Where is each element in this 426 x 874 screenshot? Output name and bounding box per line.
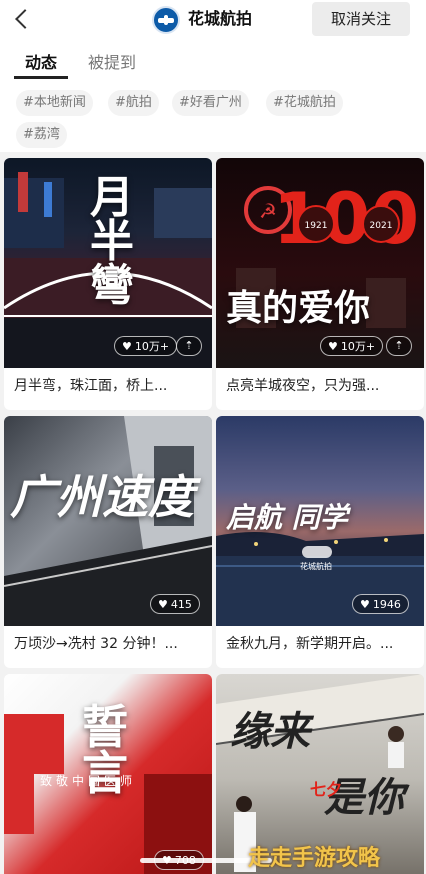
page: 花城航拍 取消关注 动态 被提到 #本地新闻 #航拍 #好看广州 #花城航拍 #… bbox=[0, 0, 426, 874]
pin-top-icon: ⇡ bbox=[386, 336, 412, 356]
like-count-value: 415 bbox=[170, 598, 192, 611]
top-bar: 花城航拍 取消关注 bbox=[0, 0, 426, 40]
post-card[interactable]: 启航 同学 花城航拍 ♥ 1946 金秋九月，新学期开启。... bbox=[216, 416, 424, 668]
overlay-calligraphy: 真的爱你 bbox=[226, 287, 371, 329]
hashtag-list: #本地新闻 #航拍 #好看广州 #花城航拍 #荔湾 bbox=[0, 82, 426, 152]
like-count-value: 1946 bbox=[372, 598, 401, 611]
post-caption: 月半弯，珠江面，桥上... bbox=[14, 378, 168, 394]
like-count: ♥ 1946 bbox=[352, 594, 409, 614]
heart-icon: ♥ bbox=[360, 598, 370, 611]
accent-text: 七夕 bbox=[310, 780, 343, 799]
overlay-calligraphy: 广州速度 bbox=[10, 470, 194, 524]
tab-bar: 动态 被提到 bbox=[0, 40, 426, 82]
post-card[interactable]: 广州速度 ♥ 415 万顷沙→冼村 32 分钟！... bbox=[4, 416, 212, 668]
overlay-calligraphy: 缘来 bbox=[230, 708, 310, 755]
post-thumbnail: ☭ 100 1921 2021 真的爱你 ♥ 10万+ ⇡ bbox=[216, 158, 424, 368]
post-thumbnail: 启航 同学 花城航拍 ♥ 1946 bbox=[216, 416, 424, 626]
pin-top-icon: ⇡ bbox=[176, 336, 202, 356]
hashtag-chip[interactable]: #航拍 bbox=[108, 90, 159, 116]
hashtag-chip[interactable]: #好看广州 bbox=[172, 90, 249, 116]
year-start: 1921 bbox=[305, 221, 328, 231]
page-title: 花城航拍 bbox=[188, 9, 253, 28]
heart-icon: ♥ bbox=[158, 598, 168, 611]
like-count: ♥ 10万+ bbox=[320, 336, 384, 356]
year-end: 2021 bbox=[370, 221, 393, 231]
post-caption: 万顷沙→冼村 32 分钟！... bbox=[14, 636, 178, 652]
post-caption: 金秋九月，新学期开启。... bbox=[226, 636, 394, 652]
tab-mentions[interactable]: 被提到 bbox=[88, 52, 136, 74]
heart-icon: ♥ bbox=[122, 340, 132, 353]
heart-icon: ♥ bbox=[328, 340, 338, 353]
post-card[interactable]: 月半彎 ♥ 10万+ ⇡ 月半弯，珠江面，桥上... bbox=[4, 158, 212, 410]
overlay-subtitle: 致敬中国医师 bbox=[40, 774, 137, 788]
overlay-calligraphy: 启航 同学 bbox=[226, 501, 348, 534]
like-count-value: 10万+ bbox=[340, 340, 376, 353]
like-count: ♥ 10万+ bbox=[114, 336, 178, 356]
channel-avatar bbox=[152, 6, 180, 34]
tab-active-indicator bbox=[14, 76, 68, 79]
unfollow-button[interactable]: 取消关注 bbox=[312, 2, 410, 36]
hashtag-chip[interactable]: #本地新闻 bbox=[16, 90, 93, 116]
post-card[interactable]: 誓言 致敬中国医师 ♥708 bbox=[4, 674, 212, 874]
post-thumbnail: 誓言 致敬中国医师 ♥708 bbox=[4, 674, 212, 874]
post-thumbnail: 月半彎 ♥ 10万+ ⇡ bbox=[4, 158, 212, 368]
watermark-text: 走走手游攻略 bbox=[248, 846, 381, 871]
post-card[interactable]: ☭ 100 1921 2021 真的爱你 ♥ 10万+ ⇡ 点亮羊城夜空，只为强.… bbox=[216, 158, 424, 410]
post-caption: 点亮羊城夜空，只为强... bbox=[226, 378, 380, 394]
hashtag-chip[interactable]: #荔湾 bbox=[16, 122, 67, 148]
like-count-value: 10万+ bbox=[134, 340, 170, 353]
like-count: ♥ 415 bbox=[150, 594, 200, 614]
post-thumbnail: 广州速度 ♥ 415 bbox=[4, 416, 212, 626]
overlay-calligraphy: 月半彎 bbox=[90, 172, 134, 311]
hashtag-chip[interactable]: #花城航拍 bbox=[266, 90, 343, 116]
tab-posts[interactable]: 动态 bbox=[25, 52, 57, 74]
logo-wing-icon bbox=[302, 546, 332, 558]
logo-caption: 花城航拍 bbox=[300, 562, 332, 571]
back-arrow-icon[interactable] bbox=[10, 6, 36, 32]
